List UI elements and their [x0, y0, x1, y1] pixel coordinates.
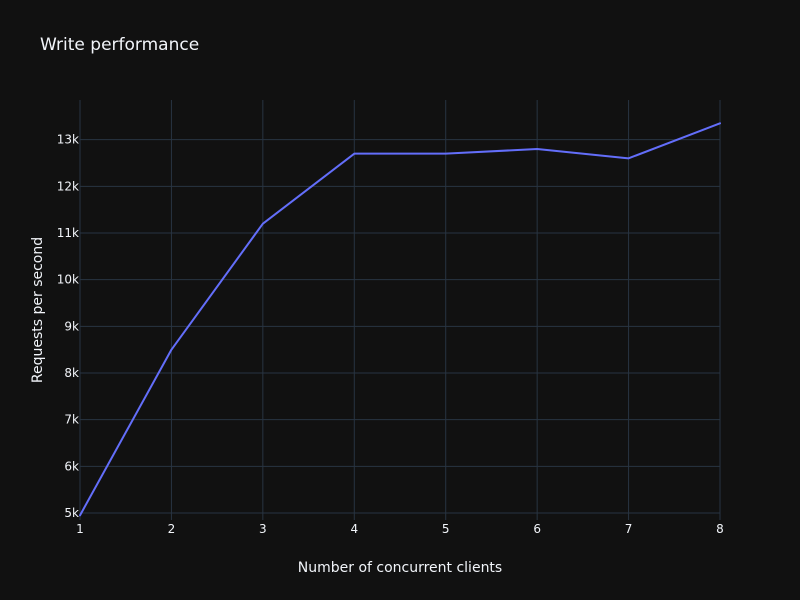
y-tick-label: 10k	[57, 273, 79, 287]
x-tick-label: 3	[259, 522, 267, 536]
y-tick-label: 7k	[64, 413, 79, 427]
y-tick-label: 12k	[57, 179, 79, 193]
x-tick-label: 8	[716, 522, 724, 536]
chart-title: Write performance	[40, 35, 199, 55]
x-axis-title: Number of concurrent clients	[298, 560, 502, 576]
y-tick-label: 9k	[64, 319, 79, 333]
y-tick-label: 11k	[57, 226, 79, 240]
x-tick-label: 5	[442, 522, 450, 536]
y-tick-label: 13k	[57, 133, 79, 147]
y-tick-label: 5k	[64, 506, 79, 520]
x-tick-label: 4	[350, 522, 358, 536]
y-axis-title: Requests per second	[30, 237, 46, 383]
x-tick-label: 7	[625, 522, 633, 536]
y-tick-label: 8k	[64, 366, 79, 380]
x-tick-label: 2	[168, 522, 176, 536]
x-tick-label: 6	[533, 522, 541, 536]
y-tick-label: 6k	[64, 459, 79, 473]
x-tick-label: 1	[76, 522, 84, 536]
chart-background	[0, 0, 800, 600]
line-chart: 1 2 3 4 5 6 7 8 5k 6k 7k 8k 9k 10k 11k 12k 13k Write pe…	[0, 0, 800, 600]
